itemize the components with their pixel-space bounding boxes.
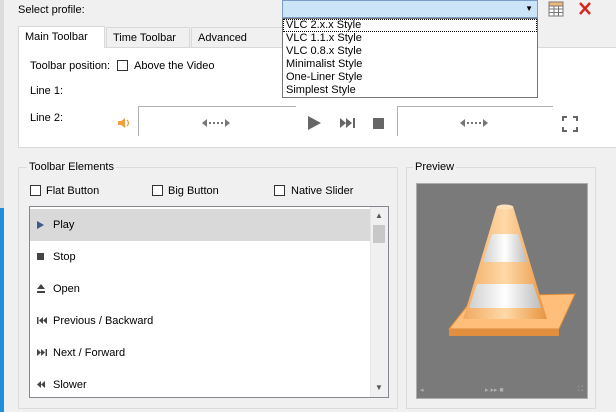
expanding-spacer-icon xyxy=(460,118,488,128)
native-slider-label: Native Slider xyxy=(291,185,354,197)
list-item[interactable]: Next / Forward xyxy=(30,337,372,369)
scrollbar-thumb[interactable] xyxy=(373,225,385,243)
profile-option[interactable]: VLC 0.8.x Style xyxy=(283,45,537,58)
vlc-cone-icon xyxy=(447,204,576,336)
chevron-down-icon[interactable]: ▼ xyxy=(525,4,533,13)
flat-button-label: Flat Button xyxy=(46,185,100,197)
list-item-label: Play xyxy=(53,219,75,231)
scroll-down-icon[interactable]: ▼ xyxy=(375,383,383,392)
tab-advanced-widget[interactable]: Advanced Widge xyxy=(191,27,283,47)
fullscreen-icon[interactable] xyxy=(562,116,578,132)
close-icon xyxy=(579,2,591,15)
native-slider-checkbox[interactable] xyxy=(274,185,285,196)
expanding-spacer-icon xyxy=(202,118,230,128)
slower-icon xyxy=(37,369,47,397)
tab-main-toolbar[interactable]: Main Toolbar xyxy=(18,26,105,48)
profile-option[interactable]: Simplest Style xyxy=(283,84,537,97)
toolbar-position-label: Toolbar position: xyxy=(30,60,111,72)
volume-icon[interactable] xyxy=(116,115,132,131)
list-item-label: Open xyxy=(53,283,80,295)
above-video-label: Above the Video xyxy=(134,60,215,72)
above-video-checkbox[interactable] xyxy=(117,60,128,71)
line1-label: Line 1: xyxy=(30,85,64,97)
play-icon[interactable] xyxy=(306,115,322,131)
delete-profile-button[interactable] xyxy=(575,0,597,20)
stop-icon[interactable] xyxy=(373,118,384,129)
list-item[interactable]: Stop xyxy=(30,241,372,273)
profile-combobox[interactable]: ▼ xyxy=(282,0,538,18)
list-item-label: Next / Forward xyxy=(53,347,126,359)
save-profile-button[interactable] xyxy=(546,0,568,20)
table-icon xyxy=(548,1,564,17)
tab-time-toolbar[interactable]: Time Toolbar xyxy=(106,27,190,47)
list-scrollbar[interactable]: ▲ ▼ xyxy=(370,207,388,397)
toolbar-elements-list[interactable]: Play Stop Open Previous / Backward Next … xyxy=(29,206,389,398)
big-button-checkbox[interactable] xyxy=(152,185,163,196)
scroll-up-icon[interactable]: ▲ xyxy=(375,211,383,220)
line2-label: Line 2: xyxy=(30,112,64,124)
big-button-label: Big Button xyxy=(168,185,219,197)
list-item[interactable]: Slower xyxy=(30,369,372,397)
profile-option[interactable]: VLC 1.1.x Style xyxy=(283,32,537,45)
profile-dropdown-list[interactable]: VLC 2.x.x Style VLC 1.1.x Style VLC 0.8.… xyxy=(282,18,538,98)
list-item-label: Previous / Backward xyxy=(53,315,154,327)
list-item[interactable]: Previous / Backward xyxy=(30,305,372,337)
next-icon[interactable] xyxy=(340,117,356,129)
preview-area: ◂ ▸ ▸▸ ■ ⛶ xyxy=(416,183,588,399)
list-item[interactable]: Play xyxy=(30,209,372,241)
background-window-edge xyxy=(0,208,4,412)
profile-option[interactable]: Minimalist Style xyxy=(283,58,537,71)
list-item-label: Stop xyxy=(53,251,76,263)
select-profile-label: Select profile: xyxy=(18,4,85,16)
flat-button-checkbox[interactable] xyxy=(30,185,41,196)
profile-option[interactable]: One-Liner Style xyxy=(283,71,537,84)
list-item[interactable]: Open xyxy=(30,273,372,305)
toolbar-elements-title: Toolbar Elements xyxy=(27,161,116,173)
profile-option[interactable]: VLC 2.x.x Style xyxy=(283,19,537,32)
left-edge-strip xyxy=(0,0,4,208)
preview-toolbar: ◂ ▸ ▸▸ ■ ⛶ xyxy=(420,386,583,394)
preview-title: Preview xyxy=(413,161,457,173)
list-item-label: Slower xyxy=(53,379,87,391)
